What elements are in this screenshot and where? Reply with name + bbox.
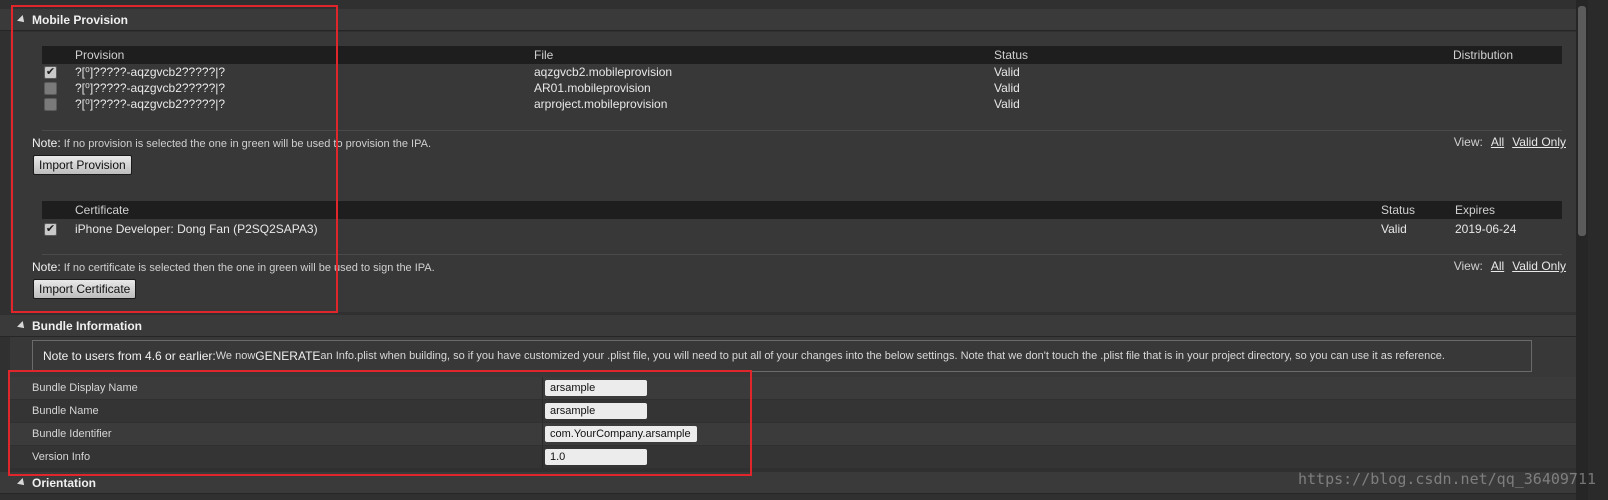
property-label: Bundle Name [32,405,99,417]
certificate-expires: 2019-06-24 [1455,222,1517,236]
property-row-bundle-identifier: Bundle Identifier com.YourCompany.arsamp… [10,423,1576,445]
view-label: View: [1453,259,1483,273]
col-distribution[interactable]: Distribution [1453,48,1513,62]
certificate-status: Valid [1381,222,1407,236]
note-label: Note: [32,260,61,274]
certificate-table: Certificate Status Expires ✔ iPhone Deve… [42,201,1562,239]
note-text: If no certificate is selected then the o… [60,262,435,274]
info-text-rest: an Info.plist when building, so if you h… [320,350,1445,362]
provision-file: aqzgvcb2.mobileprovision [534,65,673,79]
bundle-display-name-input[interactable]: arsample [545,380,647,396]
table-row[interactable]: ?[⁰]?????-aqzgvcb2?????|? arproject.mobi… [42,96,1562,112]
collapse-arrow-icon[interactable] [17,477,27,488]
provision-note: Note: If no provision is selected the on… [32,136,431,150]
col-file[interactable]: File [534,48,553,62]
provision-view-filter: View: All Valid Only [1454,135,1566,149]
property-row-bundle-name: Bundle Name arsample [10,400,1576,422]
orientation-title: Orientation [32,475,97,490]
view-all-link[interactable]: All [1491,259,1504,273]
provision-status: Valid [994,81,1020,95]
divider [42,130,1562,131]
column-splitter[interactable] [542,400,543,422]
provision-table-header: Provision File Status Distribution [42,46,1562,64]
note-text: If no provision is selected the one in g… [60,138,432,150]
col-status[interactable]: Status [1381,203,1415,217]
table-row[interactable]: ✔ ?[⁰]?????-aqzgvcb2?????|? aqzgvcb2.mob… [42,64,1562,80]
watermark-text: https://blog.csdn.net/qq_36409711 [1297,470,1596,488]
bundle-info-note: Note to users from 4.6 or earlier: We no… [32,340,1532,372]
property-row-version-info: Version Info 1.0 [10,446,1576,468]
scrollbar-thumb[interactable] [1578,6,1586,236]
property-label: Bundle Identifier [32,428,112,440]
row-checkbox[interactable]: ✔ [44,222,57,236]
table-row[interactable]: ?[⁰]?????-aqzgvcb2?????|? AR01.mobilepro… [42,80,1562,96]
info-generate: GENERATE [255,349,321,363]
certificate-view-filter: View: All Valid Only [1454,259,1566,273]
row-checkbox[interactable] [44,97,57,111]
view-label: View: [1453,135,1483,149]
view-all-link[interactable]: All [1491,135,1504,149]
provision-name: ?[⁰]?????-aqzgvcb2?????|? [75,81,226,95]
provision-file: AR01.mobileprovision [534,81,651,95]
note-label: Note: [32,136,61,150]
table-row[interactable]: ✔ iPhone Developer: Dong Fan (P2SQ2SAPA3… [42,219,1562,239]
col-certificate[interactable]: Certificate [75,203,129,217]
property-label: Bundle Display Name [32,382,138,394]
collapse-arrow-icon[interactable] [17,14,27,25]
mobile-provision-header[interactable]: Mobile Provision [0,9,1576,31]
vertical-scrollbar[interactable] [1576,0,1588,500]
collapse-arrow-icon[interactable] [17,320,27,331]
provision-name: ?[⁰]?????-aqzgvcb2?????|? [75,97,226,111]
certificate-note: Note: If no certificate is selected then… [32,260,435,274]
bundle-information-header[interactable]: Bundle Information [0,315,1576,337]
bundle-information-title: Bundle Information [32,318,142,333]
divider [42,254,1562,255]
version-info-input[interactable]: 1.0 [545,449,647,465]
certificate-name: iPhone Developer: Dong Fan (P2SQ2SAPA3) [75,222,318,236]
view-valid-only-link[interactable]: Valid Only [1512,259,1566,273]
property-label: Version Info [32,451,91,463]
col-expires[interactable]: Expires [1455,203,1495,217]
info-lead: Note to users from 4.6 or earlier: [43,349,216,363]
row-checkbox[interactable] [44,81,57,95]
certificate-table-header: Certificate Status Expires [42,201,1562,219]
bundle-identifier-input[interactable]: com.YourCompany.arsample [545,426,697,442]
provision-status: Valid [994,97,1020,111]
provision-file: arproject.mobileprovision [534,97,668,111]
provision-name: ?[⁰]?????-aqzgvcb2?????|? [75,65,226,79]
col-provision[interactable]: Provision [75,48,124,62]
row-checkbox[interactable]: ✔ [44,65,57,79]
property-row-bundle-display-name: Bundle Display Name arsample [10,377,1576,399]
bundle-name-input[interactable]: arsample [545,403,647,419]
import-provision-button[interactable]: Import Provision [33,155,132,175]
import-certificate-button[interactable]: Import Certificate [33,279,137,299]
col-status[interactable]: Status [994,48,1028,62]
provision-table: Provision File Status Distribution ✔ ?[⁰… [42,46,1562,112]
provision-status: Valid [994,65,1020,79]
mobile-provision-title: Mobile Provision [32,12,129,27]
column-splitter[interactable] [542,446,543,468]
window-edge [1588,0,1608,500]
view-valid-only-link[interactable]: Valid Only [1512,135,1566,149]
info-text: We now [215,350,256,362]
column-splitter[interactable] [542,423,543,445]
column-splitter[interactable] [542,377,543,399]
settings-panel: Mobile Provision Provision File Status D… [0,0,1608,500]
